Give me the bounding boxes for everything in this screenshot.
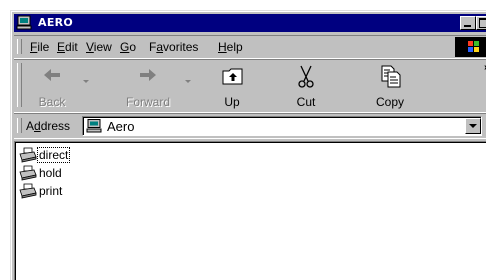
address-value: Aero <box>107 119 135 134</box>
forward-arrow-icon <box>140 69 156 81</box>
address-label: Address <box>26 119 71 133</box>
menu-view[interactable]: View <box>86 40 112 54</box>
menu-go[interactable]: Go <box>120 40 136 54</box>
cut-label: Cut <box>296 95 316 109</box>
folder-up-icon <box>222 68 243 85</box>
up-label: Up <box>224 95 240 109</box>
standard-toolbar: Back Forward Up Cut Copy <box>14 59 486 113</box>
addressbar-grip[interactable] <box>17 118 22 133</box>
computer-icon <box>86 119 102 133</box>
back-button[interactable]: Back <box>26 62 78 110</box>
printer-icon <box>19 165 37 181</box>
computer-icon <box>16 15 32 30</box>
menu-help[interactable]: Help <box>218 40 243 54</box>
menu-favorites[interactable]: Favorites <box>149 40 198 54</box>
title-bar[interactable]: AERO <box>14 14 486 32</box>
back-dropdown-icon[interactable] <box>83 80 89 83</box>
file-list[interactable]: direct hold print <box>14 141 486 280</box>
menu-edit[interactable]: Edit <box>57 40 78 54</box>
menu-file[interactable]: File <box>30 40 49 54</box>
forward-button[interactable]: Forward <box>117 62 179 110</box>
cut-button[interactable]: Cut <box>284 62 328 110</box>
printer-icon <box>19 183 37 199</box>
printer-icon <box>19 147 37 163</box>
windows-flag-icon <box>468 41 480 52</box>
file-name: direct <box>36 147 71 163</box>
forward-dropdown-icon[interactable] <box>185 80 191 83</box>
toolbar-grip[interactable] <box>17 63 22 107</box>
file-name: print <box>39 184 63 198</box>
copy-button[interactable]: Copy <box>366 62 414 110</box>
menubar-grip[interactable] <box>17 39 22 54</box>
windows-logo <box>455 37 486 57</box>
window-title: AERO <box>38 16 74 29</box>
minimize-button[interactable] <box>460 16 476 30</box>
up-button[interactable]: Up <box>210 62 254 110</box>
address-bar: Address Aero <box>14 113 486 139</box>
copy-label: Copy <box>375 95 404 109</box>
back-label: Back <box>38 95 66 109</box>
maximize-button[interactable] <box>476 16 486 30</box>
scissors-icon <box>298 65 314 88</box>
back-arrow-icon <box>44 69 60 81</box>
explorer-window: AERO File Edit View Go Favorites Help Ba… <box>10 10 486 280</box>
file-name: hold <box>39 166 62 180</box>
forward-label: Forward <box>125 95 170 109</box>
address-dropdown-button[interactable] <box>465 118 481 134</box>
menu-bar: File Edit View Go Favorites Help <box>14 35 486 59</box>
copy-icon <box>381 65 401 88</box>
address-field[interactable]: Aero <box>82 116 482 136</box>
